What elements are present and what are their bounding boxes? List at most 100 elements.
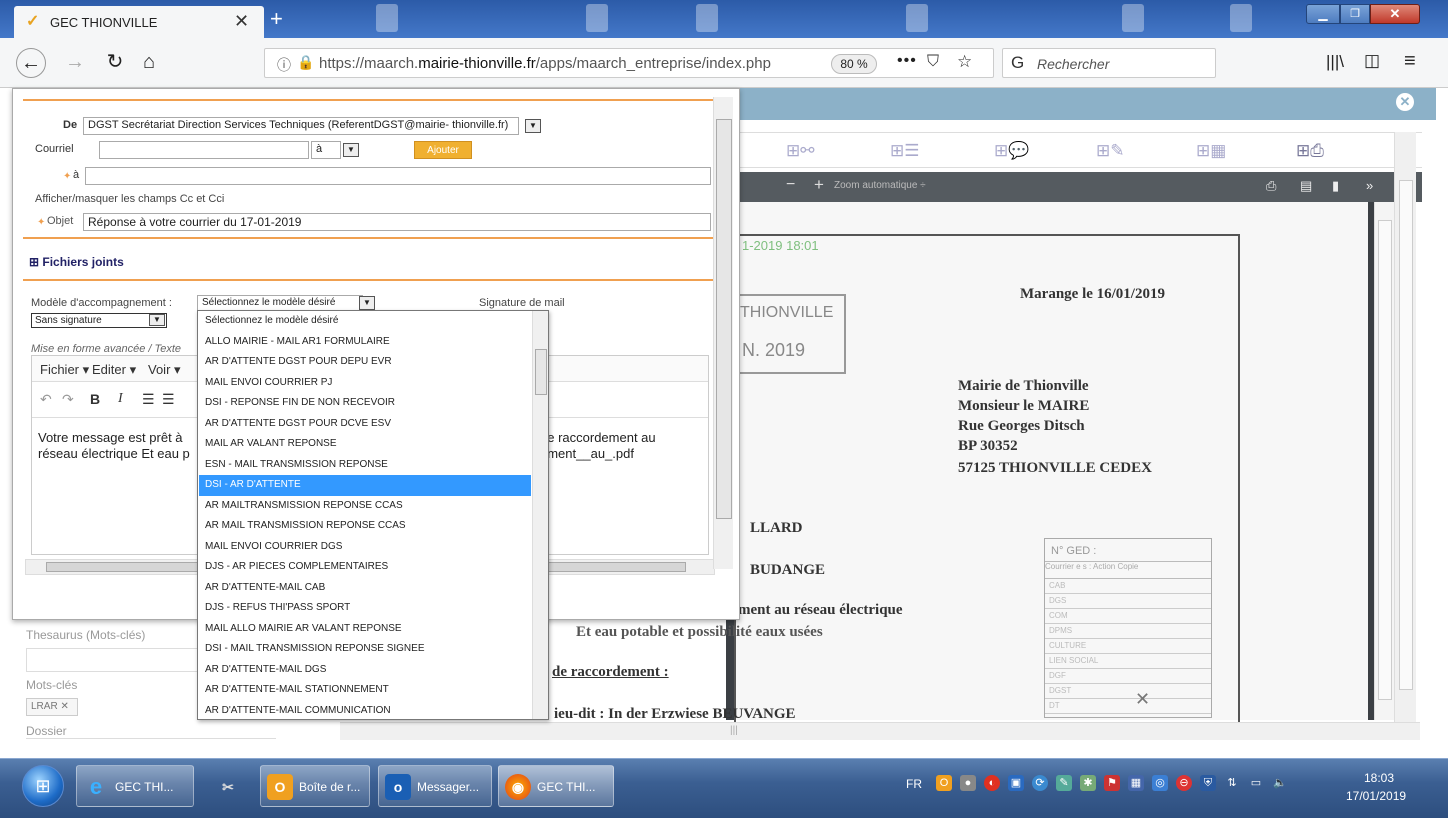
app-scrollbar[interactable] — [1394, 132, 1416, 722]
search-bar[interactable]: G Rechercher — [1002, 48, 1216, 78]
speaker-icon[interactable]: 🔈 — [1272, 775, 1288, 791]
tray-antivirus-icon[interactable]: ◐ — [984, 775, 1000, 791]
list-icon[interactable]: ⊞☰ — [890, 141, 919, 161]
print-icon[interactable]: ⎙ — [1266, 178, 1276, 194]
dropdown-option[interactable]: DSI - AR D'ATTENTE — [199, 475, 531, 496]
dropdown-option[interactable]: MAIL AR VALANT REPONSE — [199, 434, 531, 455]
modal-vertical-scrollbar[interactable] — [713, 97, 733, 569]
dropdown-option[interactable]: AR D'ATTENTE DGST POUR DCVE ESV — [199, 414, 531, 435]
tray-app-icon[interactable]: ● — [960, 775, 976, 791]
dropdown-option[interactable]: AR D'ATTENTE-MAIL COMMUNICATION — [199, 701, 531, 720]
dropdown-option[interactable]: ALLO MAIRIE - MAIL AR1 FORMULAIRE — [199, 332, 531, 353]
dropdown-option[interactable]: AR MAILTRANSMISSION REPONSE CCAS — [199, 496, 531, 517]
start-button[interactable]: ⊞ — [22, 765, 64, 807]
tray-usb-icon[interactable]: ⇅ — [1224, 775, 1240, 791]
zoom-in-button[interactable]: + — [814, 175, 824, 195]
scrollbar-thumb[interactable] — [535, 349, 547, 395]
page-actions-icon[interactable]: ••• — [897, 52, 917, 70]
taskbar-item-messenger[interactable]: o Messager... — [378, 765, 492, 807]
forward-button[interactable]: → — [60, 48, 90, 78]
hamburger-menu-icon[interactable]: ≡ — [1404, 50, 1416, 73]
dropdown-option[interactable]: MAIL ALLO MAIRIE AR VALANT REPONSE — [199, 619, 531, 640]
tray-monitor-icon[interactable]: ▭ — [1248, 775, 1264, 791]
object-input[interactable]: Réponse à votre courrier du 17-01-2019 — [83, 213, 711, 231]
chevron-down-icon[interactable]: ▼ — [149, 314, 165, 326]
comment-icon[interactable]: ⊞💬 — [994, 141, 1029, 161]
bold-icon[interactable]: B — [90, 391, 100, 407]
editor-menu-view[interactable]: Voir ▾ — [148, 362, 181, 378]
home-button[interactable]: ⌂ — [134, 48, 164, 78]
library-icon[interactable]: |||\ — [1326, 52, 1344, 72]
to-input[interactable] — [85, 167, 711, 185]
signature-select[interactable]: Sans signature — [31, 313, 167, 328]
tray-sync-icon[interactable]: ⟳ — [1032, 775, 1048, 791]
reload-button[interactable]: ↻ — [100, 48, 130, 78]
print-icon[interactable]: ⊞⎙ — [1296, 141, 1324, 161]
viewer-scrollbar[interactable] — [1374, 202, 1394, 720]
align-left-icon[interactable]: ☰ — [142, 391, 155, 408]
window-close-button[interactable]: ✕ — [1370, 4, 1420, 24]
tray-tool-icon[interactable]: ✎ — [1056, 775, 1072, 791]
taskbar-item-ie[interactable]: e GEC THI... — [76, 765, 194, 807]
clock-time[interactable]: 18:03 — [1364, 771, 1394, 785]
scrollbar-thumb[interactable] — [1378, 220, 1392, 700]
briefcase-icon[interactable]: ⊞▦ — [1196, 141, 1226, 161]
scrollbar-thumb[interactable] — [716, 119, 732, 519]
clock-date[interactable]: 17/01/2019 — [1346, 789, 1406, 803]
dropdown-option[interactable]: Sélectionnez le modèle désiré — [199, 311, 531, 332]
tray-display-icon[interactable]: ▦ — [1128, 775, 1144, 791]
from-select[interactable]: DGST Secrétariat Direction Services Tech… — [83, 117, 519, 135]
download-icon[interactable]: ▤ — [1300, 178, 1312, 194]
dropdown-option[interactable]: AR MAIL TRANSMISSION REPONSE CCAS — [199, 516, 531, 537]
italic-icon[interactable]: I — [118, 391, 123, 407]
chevron-down-icon[interactable]: ▼ — [359, 296, 375, 310]
language-indicator[interactable]: FR — [906, 777, 922, 791]
taskbar-item-snipping[interactable]: ✂ — [202, 765, 252, 807]
tab-close-icon[interactable]: ✕ — [234, 11, 249, 32]
editor-menu-edit[interactable]: Editer ▾ — [92, 362, 136, 378]
url-bar[interactable]: ⓘ 🔒 https://maarch.mairie-thionville.fr/… — [264, 48, 994, 78]
dossier-field[interactable] — [26, 738, 276, 739]
toggle-cc-link[interactable]: Afficher/masquer les champs Cc et Cci — [35, 193, 224, 205]
window-maximize-button[interactable]: ❐ — [1340, 4, 1370, 24]
chevron-down-icon[interactable]: ▼ — [525, 119, 541, 133]
scrollbar-thumb[interactable] — [1399, 180, 1413, 690]
tray-outlook-icon[interactable]: O — [936, 775, 952, 791]
undo-icon[interactable]: ↶ — [40, 391, 52, 408]
add-recipient-button[interactable]: Ajouter — [414, 141, 472, 159]
editor-content[interactable]: Votre message est prêt à réseau électriq… — [38, 430, 190, 462]
taskbar-item-outlook[interactable]: O Boîte de r... — [260, 765, 370, 807]
attachments-toggle[interactable]: ⊞ Fichiers joints — [29, 255, 124, 269]
chevron-down-icon[interactable]: ▼ — [343, 143, 359, 157]
dropdown-option[interactable]: AR D'ATTENTE-MAIL CAB — [199, 578, 531, 599]
dropdown-option[interactable]: DJS - AR PIECES COMPLEMENTAIRES — [199, 557, 531, 578]
taskbar-item-firefox[interactable]: ◉ GEC THI... — [498, 765, 614, 807]
tray-network-icon[interactable]: ▣ — [1008, 775, 1024, 791]
more-tools-icon[interactable]: » — [1366, 178, 1373, 193]
template-select[interactable]: Sélectionnez le modèle désiré — [197, 295, 363, 311]
dropdown-option[interactable]: ESN - MAIL TRANSMISSION REPONSE — [199, 455, 531, 476]
pocket-icon[interactable]: ⛉ — [927, 53, 939, 71]
recipient-type-select[interactable]: à — [311, 141, 341, 159]
new-tab-button[interactable]: + — [270, 8, 292, 30]
tray-shield-icon[interactable]: ⛨ — [1200, 775, 1216, 791]
tray-flag-icon[interactable]: ⚑ — [1104, 775, 1120, 791]
align-center-icon[interactable]: ☰ — [162, 391, 175, 408]
browser-tab[interactable]: ✓ GEC THIONVILLE ✕ — [14, 6, 264, 38]
back-button[interactable]: ← — [16, 48, 46, 78]
sidebar-icon[interactable]: ◫ — [1364, 51, 1380, 71]
tray-app-icon[interactable]: ⊖ — [1176, 775, 1192, 791]
tray-app-icon[interactable]: ✱ — [1080, 775, 1096, 791]
dropdown-option[interactable]: AR D'ATTENTE-MAIL DGS — [199, 660, 531, 681]
zoom-select[interactable]: Zoom automatique ÷ — [834, 180, 926, 191]
dropdown-option[interactable]: DSI - MAIL TRANSMISSION REPONSE SIGNEE — [199, 639, 531, 660]
dropdown-option[interactable]: DJS - REFUS THI'PASS SPORT — [199, 598, 531, 619]
dropdown-scrollbar[interactable] — [532, 311, 548, 719]
keyword-tag[interactable]: LRAR ✕ — [26, 698, 78, 716]
close-icon[interactable]: ✕ — [1396, 93, 1414, 111]
zoom-out-button[interactable]: − — [786, 176, 795, 194]
dropdown-option[interactable]: AR D'ATTENTE-MAIL STATIONNEMENT — [199, 680, 531, 701]
courriel-input[interactable] — [99, 141, 309, 159]
bookmark-star-icon[interactable]: ☆ — [957, 52, 972, 72]
dropdown-option[interactable]: MAIL ENVOI COURRIER DGS — [199, 537, 531, 558]
